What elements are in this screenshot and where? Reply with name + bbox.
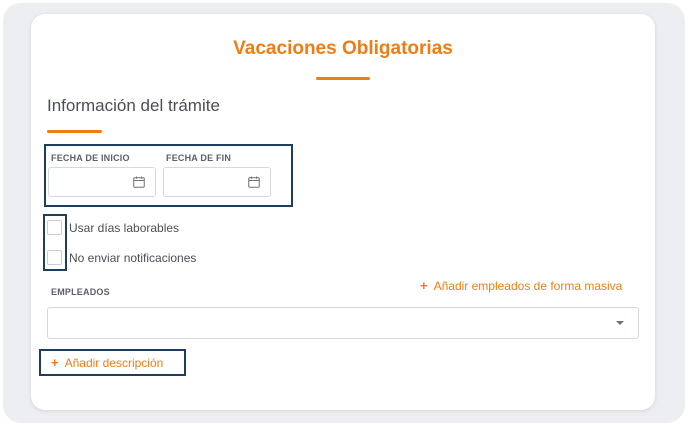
calendar-icon[interactable] (248, 176, 260, 188)
add-description-label: Añadir descripción (64, 356, 164, 370)
use-working-days-checkbox[interactable] (47, 220, 62, 235)
form-card: Vacaciones Obligatorias Información del … (31, 14, 655, 410)
calendar-icon[interactable] (133, 176, 145, 188)
bulk-add-employees-label: Añadir empleados de forma masiva (433, 279, 623, 293)
add-description-link[interactable]: + Añadir descripción (51, 355, 163, 370)
employees-label: EMPLEADOS (51, 287, 110, 297)
chevron-down-icon[interactable] (616, 321, 624, 325)
bulk-add-employees-link[interactable]: + Añadir empleados de forma masiva (420, 278, 622, 293)
page-title: Vacaciones Obligatorias (233, 38, 453, 59)
start-date-label: FECHA DE INICIO (51, 153, 130, 163)
no-notifications-checkbox[interactable] (47, 250, 62, 265)
employees-select[interactable] (47, 307, 639, 339)
end-date-input[interactable] (163, 167, 271, 197)
use-working-days-label[interactable]: Usar días laborables (69, 221, 179, 235)
page-background: Vacaciones Obligatorias Información del … (3, 3, 685, 423)
plus-icon: + (420, 278, 428, 293)
end-date-label: FECHA DE FIN (166, 153, 232, 163)
section-title: Información del trámite (47, 96, 220, 115)
plus-icon: + (51, 355, 59, 370)
start-date-input[interactable] (48, 167, 156, 197)
section-underline (47, 130, 102, 133)
title-underline (316, 77, 370, 80)
no-notifications-label[interactable]: No enviar notificaciones (69, 251, 196, 265)
